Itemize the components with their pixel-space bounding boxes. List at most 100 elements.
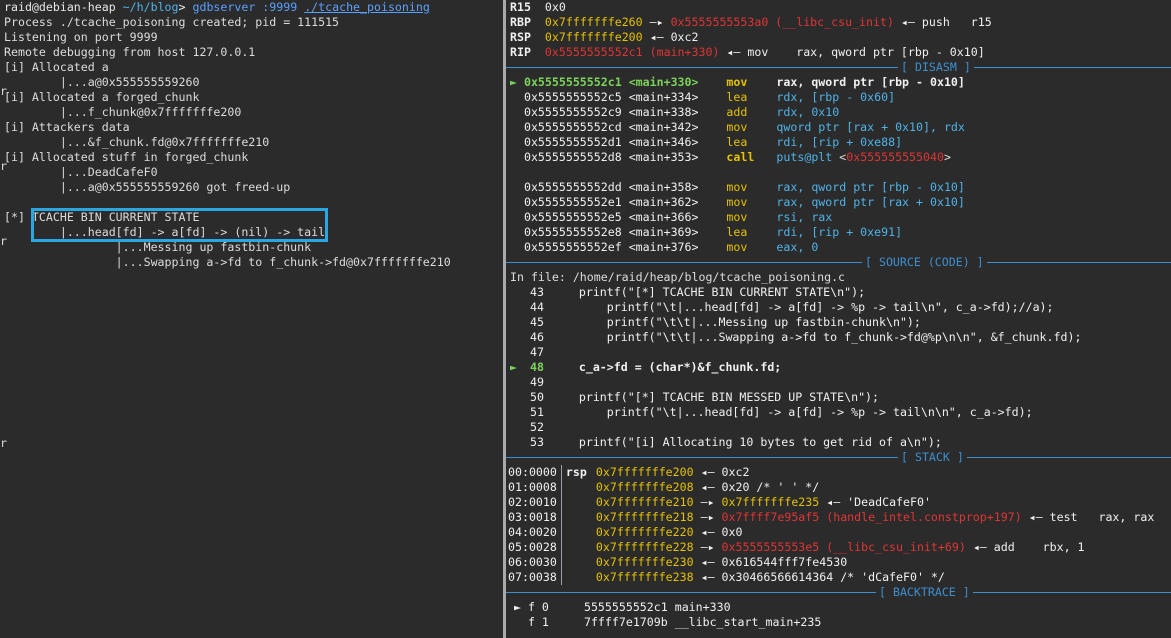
pointer-arrow: —▸ (693, 510, 722, 524)
source-line: 52 (506, 420, 1171, 435)
stray-char: r (0, 234, 7, 248)
instruction-args: rdi, [rip + 0xe91] (776, 225, 903, 239)
source-line-number: 50 (530, 390, 544, 404)
current-marker-icon (510, 240, 524, 254)
command-port: :9999 (255, 0, 298, 14)
output-line: |...a@0x555555559260 (4, 75, 200, 89)
stack-row: 00:0000 rsp 0x7fffffffe200 ◂— 0xc2 (506, 465, 1171, 480)
disasm-row: 0x5555555552ef <main+376> mov eax, 0 (506, 240, 1171, 255)
source-code: printf("\t\t|...Messing up fastbin-chunk… (543, 315, 921, 329)
stack-row: 04:0020 0x7fffffffe220 ◂— 0x0 (506, 525, 1171, 540)
disasm-row: 0x5555555552e1 <main+362> mov rax, qword … (506, 195, 1171, 210)
instruction-address: 0x5555555552e8 (523, 225, 622, 239)
disasm-header: [ DISASM ] (506, 60, 1171, 75)
instruction-opcode: call (726, 150, 755, 164)
frame-symbol: main+330 (674, 600, 731, 614)
instruction-symbol: <main+342> (628, 120, 699, 134)
output-line: [i] Allocated a (4, 60, 109, 74)
register-value: 0xc2 (670, 30, 699, 44)
source-line: 50 printf("[*] TCACHE BIN MESSED UP STAT… (506, 390, 1171, 405)
instruction-args: eax, 0 (776, 240, 819, 254)
output-line: Process ./tcache_poisoning created; pid … (4, 15, 340, 29)
pointer-arrow: ◂— (693, 465, 722, 479)
source-line: ► 48 c_a->fd = (char*)&f_chunk.fd; (506, 360, 1171, 375)
instruction-address: 0x5555555552c9 (523, 105, 622, 119)
source-line-number: 46 (530, 330, 544, 344)
current-marker-icon (510, 435, 524, 449)
source-line-number: 53 (530, 435, 544, 449)
frame-symbol: __libc_start_main+235 (674, 615, 822, 629)
source-line: 53 printf("[i] Allocating 10 bytes to ge… (506, 435, 1171, 450)
frame-address: 7ffff7e1709b (583, 615, 668, 629)
instruction-args: qword ptr [rax + 0x10], rdx (776, 120, 965, 134)
register-addr: 0x5555555552c1 (main+330) (544, 45, 720, 59)
source-line: 46 printf("\t\t|...Swapping a->fd to f_c… (506, 330, 1171, 345)
instruction-args: rsi, rax (776, 210, 833, 224)
stack-index: 03:0018 (508, 510, 557, 524)
instruction-opcode: mov (726, 180, 748, 194)
source-line-number: 43 (530, 285, 544, 299)
instruction-address: 0x5555555552c1 (523, 75, 622, 89)
instruction-symbol: <main+362> (628, 195, 699, 209)
current-marker-icon (510, 135, 524, 149)
disasm-row: 0x5555555552e8 <main+369> lea rdi, [rip +… (506, 225, 1171, 240)
stack-value: 0x20 /* ' ' */ (721, 480, 820, 494)
current-marker-icon (510, 180, 524, 194)
output-line: |...f_chunk@0x7fffffffe200 (4, 105, 242, 119)
current-marker-icon (510, 420, 524, 434)
right-gdb-pane[interactable]: R15 0x0 RBP 0x7fffffffe260 —▸ 0x555555555… (506, 0, 1171, 638)
register-target: 0x5555555553a0 (__libc_csu_init) (670, 15, 894, 29)
output-line: |...Swapping a->fd to f_chunk->fd@0x7fff… (4, 255, 451, 269)
stack-index: 04:0020 (508, 525, 557, 539)
source-code: printf("\t|...head[fd] -> a[fd] -> %p ->… (543, 405, 1033, 419)
frame-address: 5555555552c1 (583, 600, 668, 614)
stack-header: [ STACK ] (506, 450, 1171, 465)
pointer-arrow: —▸ (693, 540, 722, 554)
source-line-number: 45 (530, 315, 544, 329)
stack-code-pointer: 0x7ffff7e95af5 (handle_intel.constprop+1… (721, 510, 1022, 524)
register-name: RIP (510, 45, 531, 59)
instruction-symbol: <main+330> (628, 75, 699, 89)
highlight-annotation-box (31, 208, 328, 242)
source-code: printf("\t\t|...Swapping a->fd to f_chun… (543, 330, 1082, 344)
stray-char: r (0, 159, 7, 173)
instruction-opcode: lea (726, 90, 748, 104)
stack-divider (560, 525, 562, 540)
backtrace-header: [ BACKTRACE ] (506, 585, 1171, 600)
instruction-symbol: <main+369> (628, 225, 699, 239)
stack-value: 0x0 (721, 525, 743, 539)
source-line: 43 printf("[*] TCACHE BIN CURRENT STATE\… (506, 285, 1171, 300)
stack-address: 0x7fffffffe210 (595, 495, 694, 509)
instruction-args: rax, qword ptr [rax + 0x10] (776, 195, 965, 209)
instruction-opcode: lea (726, 135, 748, 149)
register-value: mov rax, qword ptr [rbp - 0x10] (747, 45, 985, 59)
output-line: [i] Allocated stuff in forged_chunk (4, 150, 249, 164)
disasm-row (506, 165, 1171, 180)
command-argument: ./tcache_poisoning (304, 0, 430, 14)
register-row: RSP 0x7fffffffe200 ◂— 0xc2 (506, 30, 1171, 45)
source-code: printf("[*] TCACHE BIN CURRENT STATE\n")… (543, 285, 866, 299)
stack-divider (560, 510, 562, 525)
stack-address: 0x7fffffffe238 (595, 570, 694, 584)
instruction-address: 0x5555555552c5 (523, 90, 622, 104)
source-line-number: 51 (530, 405, 544, 419)
stack-annotation: ◂— add rbx, 1 (965, 540, 1085, 554)
instruction-symbol: <main+353> (628, 150, 699, 164)
stack-divider (560, 480, 562, 495)
register-name: RBP (510, 15, 531, 29)
source-line: 51 printf("\t|...head[fd] -> a[fd] -> %p… (506, 405, 1171, 420)
instruction-args: rax, qword ptr [rbp - 0x10] (776, 75, 965, 89)
output-line: [i] Allocated a forged_chunk (4, 90, 200, 104)
output-line: |...a@0x555555559260 got freed-up (4, 180, 291, 194)
output-line: Listening on port 9999 (4, 30, 158, 44)
disasm-row: 0x5555555552dd <main+358> mov rax, qword … (506, 180, 1171, 195)
instruction-address: 0x5555555552d1 (523, 135, 622, 149)
stack-index: 05:0028 (508, 540, 557, 554)
current-marker-icon (510, 285, 524, 299)
stack-address: 0x7fffffffe230 (595, 555, 694, 569)
pointer-arrow: ◂— (642, 30, 671, 44)
frame-number: f 0 (527, 600, 549, 614)
source-header: [ SOURCE (CODE) ] (506, 255, 1171, 270)
left-terminal-pane[interactable]: raid@debian-heap ~/h/blog> gdbserver :99… (0, 0, 503, 638)
instruction-opcode: mov (726, 195, 748, 209)
